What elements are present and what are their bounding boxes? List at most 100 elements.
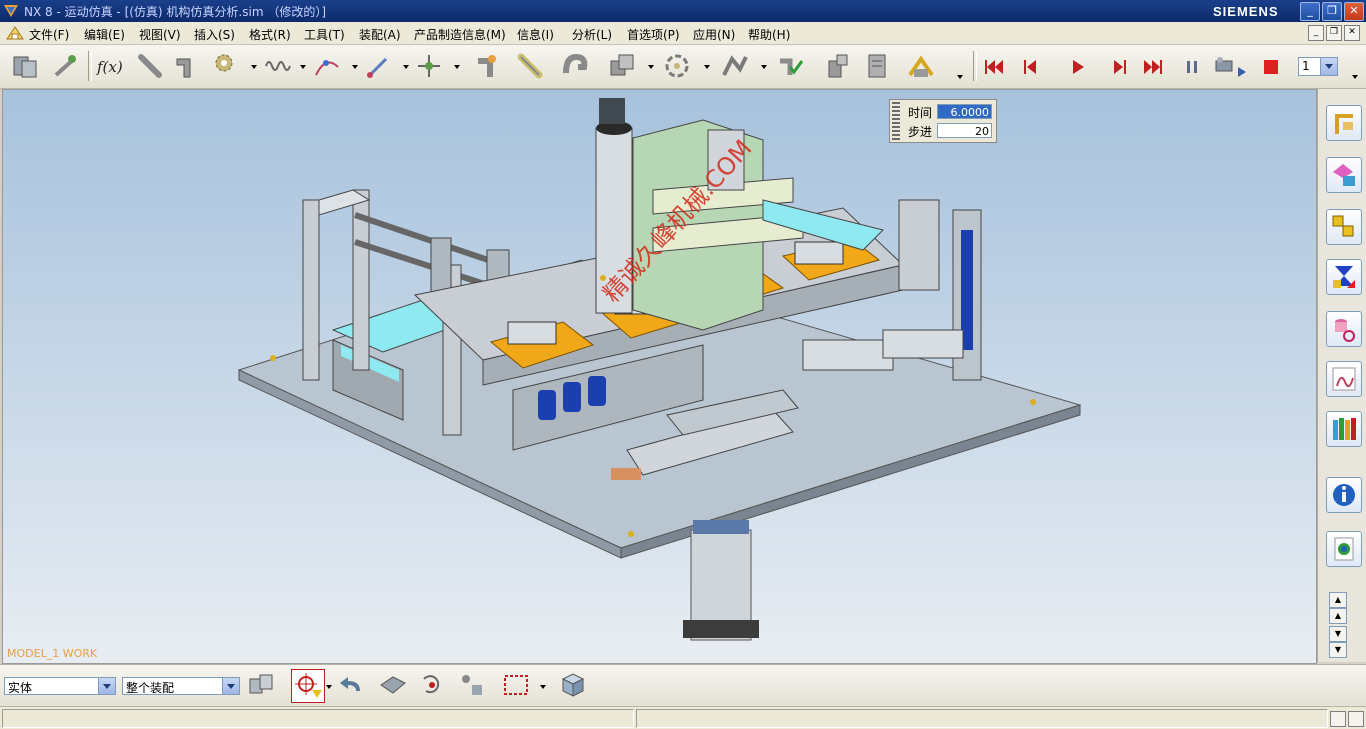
motion-navigator-icon[interactable] xyxy=(10,51,40,81)
reuse-library-icon[interactable] xyxy=(1326,259,1362,295)
type-filter-select[interactable]: 实体 xyxy=(4,677,116,695)
system-materials-icon[interactable] xyxy=(1326,531,1362,567)
title-bar: NX 8 - 运动仿真 - [(仿真) 机构仿真分析.sim （修改的）] SI… xyxy=(0,0,1366,22)
quick-pick-icon[interactable] xyxy=(456,669,488,701)
function-manager-icon[interactable]: f(x) xyxy=(95,51,125,81)
constraint-icon[interactable] xyxy=(607,51,637,81)
contact-icon[interactable] xyxy=(560,51,590,81)
drag-grip[interactable] xyxy=(892,102,900,140)
menu-insert[interactable]: 插入(S) xyxy=(194,26,235,43)
status-bar xyxy=(0,706,1366,729)
solve-icon[interactable] xyxy=(776,51,806,81)
menu-information[interactable]: 信息(I) xyxy=(517,26,554,43)
time-label: 时间 xyxy=(908,106,933,120)
menu-bar: 文件(F) 编辑(E) 视图(V) 插入(S) 格式(R) 工具(T) 装配(A… xyxy=(0,22,1366,45)
driver-icon[interactable] xyxy=(472,51,502,81)
snap-point-filter-icon[interactable] xyxy=(291,669,325,703)
web-browser-icon[interactable] xyxy=(1326,361,1362,397)
assembly-filter-icon[interactable] xyxy=(246,669,278,701)
step-label: 步进 xyxy=(908,125,933,139)
rotate-point-icon[interactable] xyxy=(416,669,448,701)
menu-analysis[interactable]: 分析(L) xyxy=(572,26,612,43)
select-body-icon[interactable] xyxy=(377,669,409,701)
animation-icon[interactable] xyxy=(662,51,692,81)
step-forward-icon[interactable] xyxy=(1110,57,1130,77)
playback-step-value: 1 xyxy=(1302,59,1310,73)
report-icon[interactable] xyxy=(862,51,892,81)
joint-icon[interactable] xyxy=(172,51,202,81)
chevron-down-icon[interactable] xyxy=(1320,58,1337,75)
rectangle-select-icon[interactable] xyxy=(500,669,532,701)
mechanism-icon[interactable] xyxy=(720,51,750,81)
start-icon[interactable] xyxy=(6,25,24,41)
play-icon[interactable] xyxy=(1068,57,1088,77)
resource-bar: ▲ ▲ ▼ ▼ xyxy=(1317,89,1366,662)
chevron-down-icon[interactable] xyxy=(222,678,239,694)
menu-pmi[interactable]: 产品制造信息(M) xyxy=(414,26,506,43)
graphics-window[interactable]: 精诚久峰机械.COM MODEL_1 WORK 时间 6.0000 步进 20 xyxy=(2,89,1317,664)
scope-filter-select[interactable]: 整个装配 xyxy=(122,677,240,695)
selection-bar: 实体 整个装配 xyxy=(0,664,1366,707)
pause-icon[interactable] xyxy=(1182,57,1202,77)
type-filter-value: 实体 xyxy=(8,681,33,695)
doc-minimize-button[interactable]: _ xyxy=(1308,25,1324,41)
gear-icon[interactable] xyxy=(212,51,242,81)
scope-filter-value: 整个装配 xyxy=(126,681,175,695)
menu-format[interactable]: 格式(R) xyxy=(249,26,291,43)
link-icon[interactable] xyxy=(135,51,165,81)
status-pane-main xyxy=(2,709,634,728)
work-part-label: MODEL_1 WORK xyxy=(7,647,98,660)
marker-icon[interactable] xyxy=(364,51,394,81)
fast-forward-to-end-icon[interactable] xyxy=(1143,57,1163,77)
part-navigator-icon[interactable] xyxy=(1326,209,1362,245)
resource-bar-scroll[interactable]: ▲ ▲ ▼ ▼ xyxy=(1329,592,1347,660)
menu-application[interactable]: 应用(N) xyxy=(693,26,735,43)
chevron-down-icon[interactable] xyxy=(98,678,115,694)
doc-restore-button[interactable]: ❐ xyxy=(1326,25,1342,41)
menu-edit[interactable]: 编辑(E) xyxy=(84,26,125,43)
mechanism-model-render xyxy=(237,98,1082,641)
sensor-icon[interactable] xyxy=(414,51,444,81)
siemens-brand: SIEMENS xyxy=(1213,4,1279,19)
assembly-navigator-icon[interactable] xyxy=(1326,105,1362,141)
packaging-icon[interactable] xyxy=(906,51,936,81)
playback-step-select[interactable]: 1 xyxy=(1298,57,1338,76)
close-button[interactable]: ✕ xyxy=(1344,2,1364,21)
step-back-icon[interactable] xyxy=(1020,57,1040,77)
constraint-navigator-icon[interactable] xyxy=(1326,157,1362,193)
scroll-down-button[interactable]: ▼ xyxy=(1329,626,1347,642)
scroll-top-button[interactable]: ▲ xyxy=(1329,592,1347,608)
step-field[interactable]: 20 xyxy=(937,123,992,138)
menu-assembly[interactable]: 装配(A) xyxy=(359,26,401,43)
history-palette-icon[interactable] xyxy=(1326,411,1362,447)
info-icon[interactable] xyxy=(1326,477,1362,513)
status-icon-1[interactable] xyxy=(1330,711,1346,727)
time-field[interactable]: 6.0000 xyxy=(937,104,992,119)
minimize-button[interactable]: _ xyxy=(1300,2,1320,21)
stop-icon[interactable] xyxy=(1261,57,1281,77)
status-icon-2[interactable] xyxy=(1348,711,1364,727)
spring-icon[interactable] xyxy=(262,51,292,81)
results-icon[interactable] xyxy=(823,51,853,81)
animation-time-panel: 时间 6.0000 步进 20 xyxy=(889,99,997,143)
cable-icon[interactable] xyxy=(515,51,545,81)
record-camera-icon[interactable] xyxy=(1214,57,1248,77)
window-title: NX 8 - 运动仿真 - [(仿真) 机构仿真分析.sim （修改的）] xyxy=(24,5,327,19)
menu-help[interactable]: 帮助(H) xyxy=(748,26,790,43)
menu-view[interactable]: 视图(V) xyxy=(139,26,181,43)
menu-tools[interactable]: 工具(T) xyxy=(304,26,345,43)
menu-preferences[interactable]: 首选项(P) xyxy=(627,26,680,43)
undo-selection-icon[interactable] xyxy=(336,669,368,701)
doc-close-button[interactable]: ✕ xyxy=(1344,25,1360,41)
status-pane-secondary xyxy=(636,709,1328,728)
view-cube-icon[interactable] xyxy=(557,669,589,701)
environment-icon[interactable] xyxy=(50,51,80,81)
scroll-up-button[interactable]: ▲ xyxy=(1329,608,1347,624)
menu-file[interactable]: 文件(F) xyxy=(29,26,69,43)
hd3d-tools-icon[interactable] xyxy=(1326,311,1362,347)
scroll-bottom-button[interactable]: ▼ xyxy=(1329,642,1347,658)
restore-button[interactable]: ❐ xyxy=(1322,2,1342,21)
nx-app-icon xyxy=(4,5,18,17)
rewind-to-start-icon[interactable] xyxy=(984,57,1004,77)
point-on-curve-icon[interactable] xyxy=(312,51,342,81)
